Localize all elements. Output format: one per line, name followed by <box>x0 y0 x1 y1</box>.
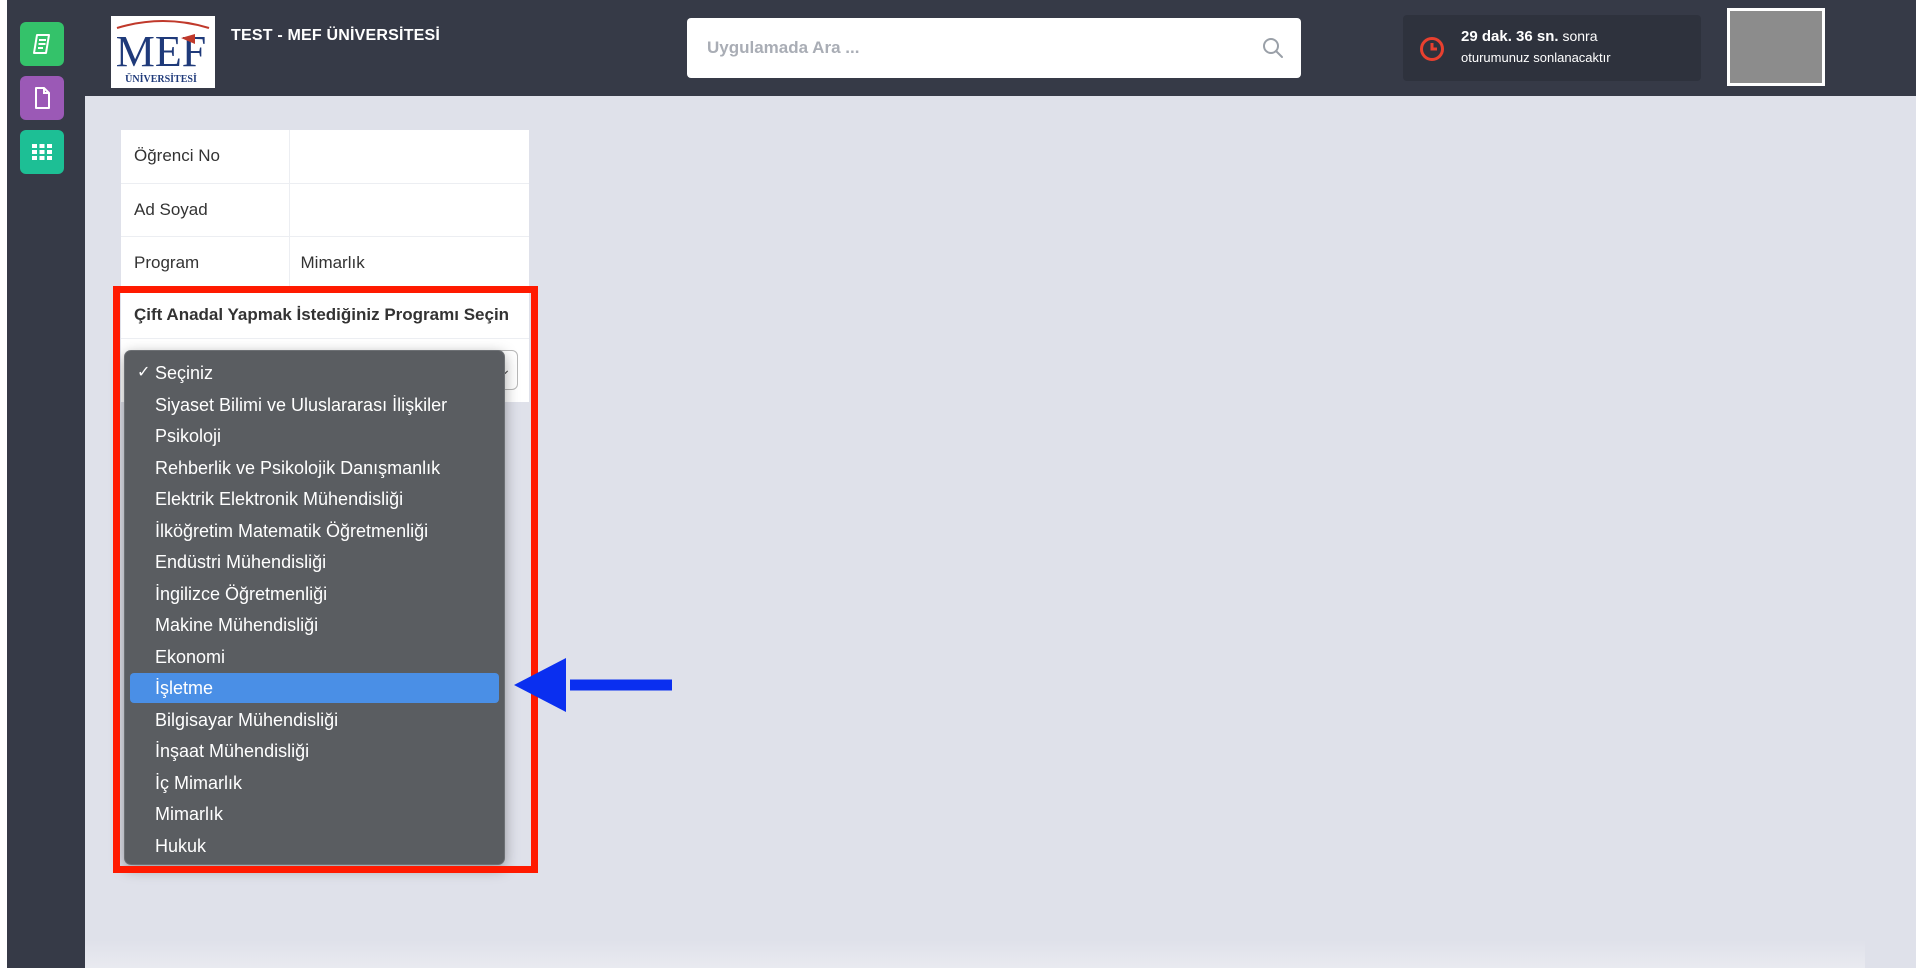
session-time-line: 29 dak. 36 sn. sonra <box>1461 28 1597 45</box>
program-label: Program <box>121 236 290 290</box>
search-input[interactable] <box>707 18 1247 78</box>
program-value: Mimarlık <box>289 236 529 290</box>
search-icon[interactable] <box>1261 36 1285 60</box>
logo-main-text: MEF <box>116 27 206 76</box>
mef-logo[interactable]: MEF ÜNİVERSİTESİ <box>111 16 215 88</box>
table-row: Ad Soyad <box>121 183 529 237</box>
sidebar-document-button[interactable] <box>20 76 64 120</box>
table-row: Program Mimarlık <box>121 236 529 290</box>
session-timer: 29 dak. 36 sn. sonra oturumunuz sonlanac… <box>1403 15 1701 81</box>
session-suffix: sonra <box>1562 28 1598 44</box>
annotation-highlight-box <box>113 286 538 873</box>
user-avatar[interactable] <box>1727 8 1825 86</box>
name-value <box>289 183 529 237</box>
sidebar-book-button[interactable] <box>20 22 64 66</box>
student-no-value <box>289 130 529 184</box>
top-header: MEF ÜNİVERSİTESİ TEST - MEF ÜNİVERSİTESİ… <box>85 0 1916 96</box>
table-row: Öğrenci No <box>121 130 529 184</box>
document-icon <box>35 87 50 109</box>
student-info-table: Öğrenci No Ad Soyad Program Mimarlık <box>121 130 529 290</box>
annotation-arrow-icon <box>514 658 672 712</box>
session-time: 29 dak. 36 sn. <box>1461 28 1559 45</box>
clock-icon <box>1420 37 1444 61</box>
book-icon <box>33 34 50 54</box>
sidebar-apps-button[interactable] <box>20 130 64 174</box>
app-title: TEST - MEF ÜNİVERSİTESİ <box>231 27 441 44</box>
search-bar[interactable] <box>687 18 1301 78</box>
logo-graphic: MEF ÜNİVERSİTESİ <box>116 20 210 85</box>
apps-grid-icon <box>32 144 52 160</box>
logo-sub-text: ÜNİVERSİTESİ <box>125 72 197 85</box>
student-no-label: Öğrenci No <box>121 130 290 184</box>
content-footer-shade <box>85 940 1865 968</box>
left-sidebar <box>7 0 85 968</box>
name-label: Ad Soyad <box>121 183 290 237</box>
session-text: oturumunuz sonlanacaktır <box>1461 50 1611 65</box>
